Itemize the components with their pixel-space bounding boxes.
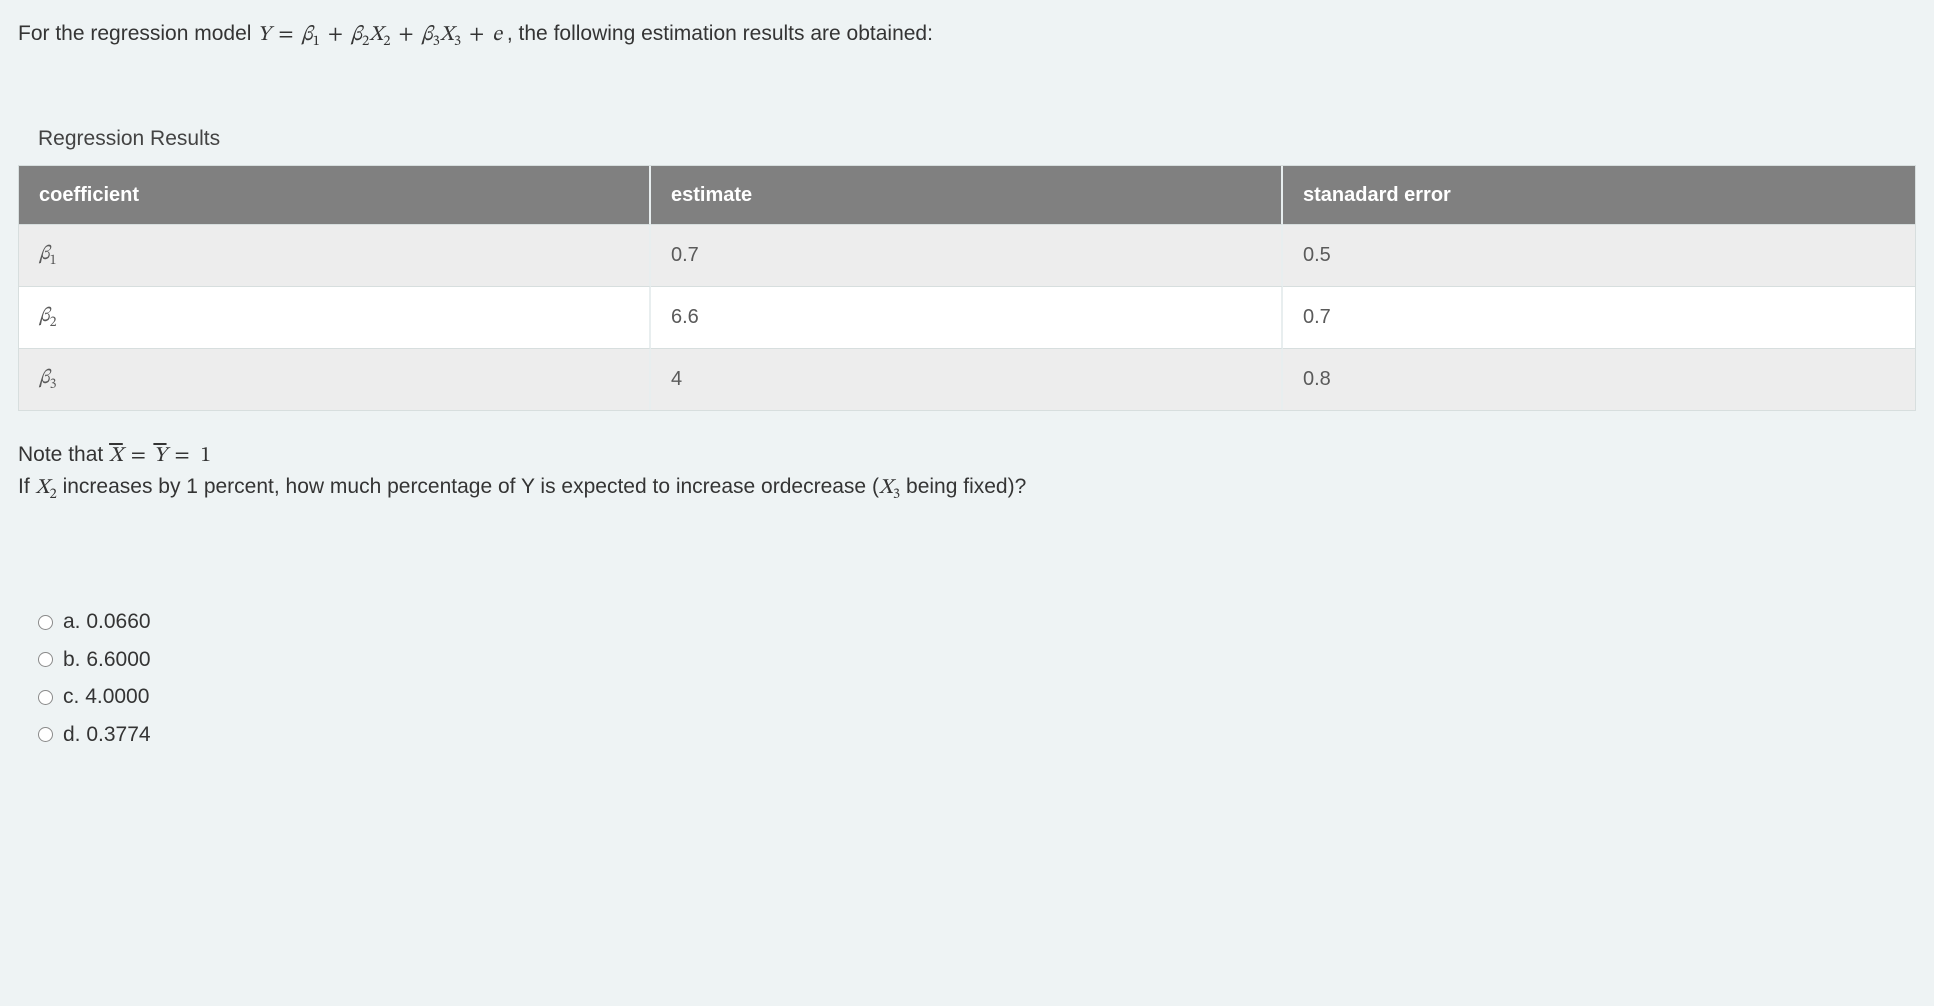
radio-icon[interactable] — [38, 727, 53, 742]
question-intro: For the regression model Y = β1 + β2X2 +… — [18, 18, 1916, 53]
cell-coef: β3 — [19, 348, 651, 410]
option-label: b. 6.6000 — [63, 644, 151, 676]
option-d[interactable]: d. 0.3774 — [38, 719, 1916, 751]
option-label: a. 0.0660 — [63, 606, 151, 638]
option-a[interactable]: a. 0.0660 — [38, 606, 1916, 638]
intro-prefix: For the regression model — [18, 22, 257, 45]
cell-estimate: 6.6 — [651, 286, 1283, 348]
table-header-row: coefficient estimate stanadard error — [19, 166, 1915, 224]
eq-b3: β3 — [422, 24, 440, 45]
note-prefix: Note that — [18, 443, 109, 466]
eq-plus-2: + — [395, 24, 416, 45]
intro-suffix: , the following estimation results are o… — [507, 22, 933, 45]
note-Xbar: X — [109, 445, 123, 466]
eq-b2: β2 — [351, 24, 369, 45]
q-X2: X2 — [36, 477, 57, 498]
radio-icon[interactable] — [38, 652, 53, 667]
cell-stderr: 0.7 — [1283, 286, 1915, 348]
note-line: Note that X = Y = 1 — [18, 439, 1916, 472]
table-row: β3 4 0.8 — [19, 348, 1915, 410]
question-line: If X2 increases by 1 percent, how much p… — [18, 471, 1916, 506]
cell-coef: β2 — [19, 286, 651, 348]
regression-table: coefficient estimate stanadard error β1 … — [18, 165, 1916, 411]
cell-stderr: 0.5 — [1283, 224, 1915, 286]
th-stderr: stanadard error — [1283, 166, 1915, 224]
q-p2: increases by 1 percent, how much percent… — [57, 475, 879, 498]
note-eq-1: = — [128, 445, 149, 466]
eq-e: e — [492, 24, 502, 45]
table-caption: Regression Results — [38, 123, 1916, 155]
note-eq-2: = — [171, 445, 192, 466]
note-equation: X = Y = 1 — [109, 445, 214, 466]
cell-estimate: 0.7 — [651, 224, 1283, 286]
note-block: Note that X = Y = 1 If X2 increases by 1… — [18, 439, 1916, 507]
option-label: c. 4.0000 — [63, 681, 149, 713]
note-Ybar: Y — [153, 445, 166, 466]
cell-estimate: 4 — [651, 348, 1283, 410]
q-p1: If — [18, 475, 36, 498]
option-b[interactable]: b. 6.6000 — [38, 644, 1916, 676]
radio-icon[interactable] — [38, 690, 53, 705]
eq-X2: X2 — [369, 24, 390, 45]
eq-X3: X3 — [440, 24, 461, 45]
option-label: d. 0.3774 — [63, 719, 151, 751]
cell-coef: β1 — [19, 224, 651, 286]
regression-equation: Y = β1 + β2X2 + β3X3 + e — [257, 24, 507, 45]
eq-b1: β1 — [301, 24, 319, 45]
q-p3: being fixed)? — [900, 475, 1026, 498]
table-row: β2 6.6 0.7 — [19, 286, 1915, 348]
note-one: 1 — [198, 445, 214, 466]
answer-options: a. 0.0660 b. 6.6000 c. 4.0000 d. 0.3774 — [18, 606, 1916, 750]
option-c[interactable]: c. 4.0000 — [38, 681, 1916, 713]
eq-plus-3: + — [466, 24, 487, 45]
eq-plus-1: + — [325, 24, 346, 45]
table-row: β1 0.7 0.5 — [19, 224, 1915, 286]
eq-equals: = — [275, 24, 296, 45]
radio-icon[interactable] — [38, 615, 53, 630]
eq-Y: Y — [257, 24, 270, 45]
th-coefficient: coefficient — [19, 166, 651, 224]
q-X3: X3 — [879, 477, 900, 498]
th-estimate: estimate — [651, 166, 1283, 224]
cell-stderr: 0.8 — [1283, 348, 1915, 410]
